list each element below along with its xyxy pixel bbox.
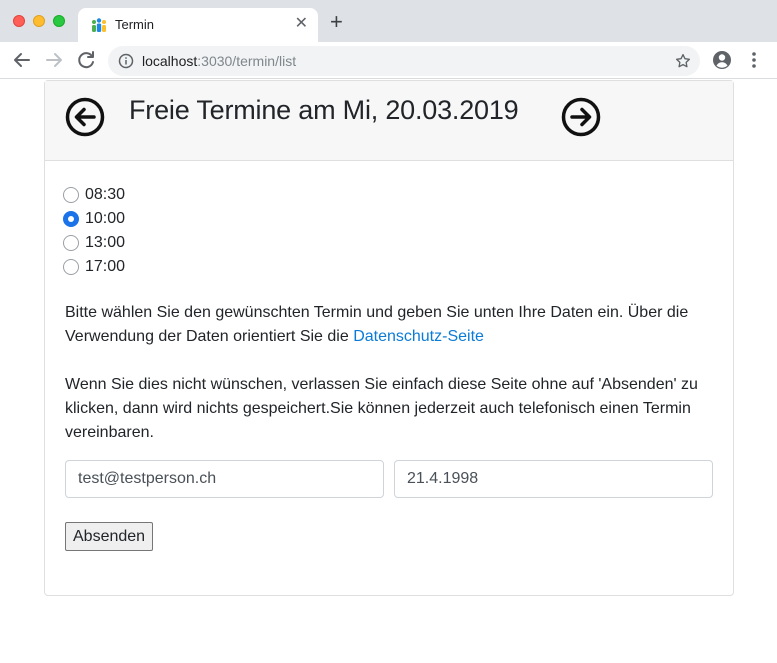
url-host: localhost: [142, 53, 198, 69]
minimize-window-button[interactable]: [33, 15, 45, 27]
close-tab-icon[interactable]: ✕: [295, 15, 308, 33]
email-field[interactable]: [65, 460, 384, 498]
time-slot-radio[interactable]: [63, 211, 79, 227]
back-arrow-icon[interactable]: [10, 48, 34, 72]
card-header: Freie Termine am Mi, 20.03.2019: [45, 81, 733, 161]
time-slot-0830[interactable]: 08:30: [63, 183, 125, 207]
time-slot-radio[interactable]: [63, 235, 79, 251]
instructions-paragraph: Bitte wählen Sie den gewünschten Termin …: [65, 301, 715, 349]
time-slot-label: 17:00: [85, 258, 126, 275]
privacy-link[interactable]: Datenschutz-Seite: [353, 328, 484, 345]
url-path: :3030/termin/list: [197, 53, 297, 69]
time-slot-label: 08:30: [85, 186, 126, 203]
tab-title: Termin: [115, 17, 155, 32]
submit-button[interactable]: Absenden: [65, 522, 154, 551]
browser-titlebar: Termin ✕ +: [0, 0, 777, 42]
browser-tab[interactable]: Termin ✕: [78, 8, 318, 42]
people-icon: [92, 18, 106, 32]
time-slot-label: 13:00: [85, 234, 126, 251]
info-icon[interactable]: [118, 53, 134, 69]
arrow-left-circle-icon[interactable]: [65, 97, 105, 137]
time-slot-1000[interactable]: 10:00: [63, 207, 125, 231]
bookmark-star-icon[interactable]: [674, 52, 692, 70]
appointment-card: Freie Termine am Mi, 20.03.2019 08:30 10…: [44, 80, 734, 596]
url-text: localhost:3030/termin/list: [142, 53, 296, 69]
page-title: Freie Termine am Mi, 20.03.2019: [129, 95, 519, 125]
time-slot-list: 08:30 10:00 13:00 17:00: [63, 183, 125, 279]
kebab-menu-icon[interactable]: [746, 50, 762, 70]
time-slot-radio[interactable]: [63, 187, 79, 203]
opt-out-paragraph: Wenn Sie dies nicht wünschen, verlassen …: [65, 376, 698, 441]
time-slot-label: 10:00: [85, 210, 126, 227]
time-slot-1300[interactable]: 13:00: [63, 231, 125, 255]
browser-toolbar: localhost:3030/termin/list: [0, 42, 777, 79]
close-window-button[interactable]: [13, 15, 25, 27]
address-bar[interactable]: localhost:3030/termin/list: [108, 46, 700, 76]
account-icon[interactable]: [712, 50, 732, 70]
zoom-window-button[interactable]: [53, 15, 65, 27]
time-slot-1700[interactable]: 17:00: [63, 255, 125, 279]
reload-icon[interactable]: [74, 48, 98, 72]
time-slot-radio[interactable]: [63, 259, 79, 275]
forward-arrow-icon[interactable]: [42, 48, 66, 72]
arrow-right-circle-icon[interactable]: [561, 97, 601, 137]
new-tab-button[interactable]: +: [330, 11, 343, 33]
birthdate-field[interactable]: [394, 460, 713, 498]
